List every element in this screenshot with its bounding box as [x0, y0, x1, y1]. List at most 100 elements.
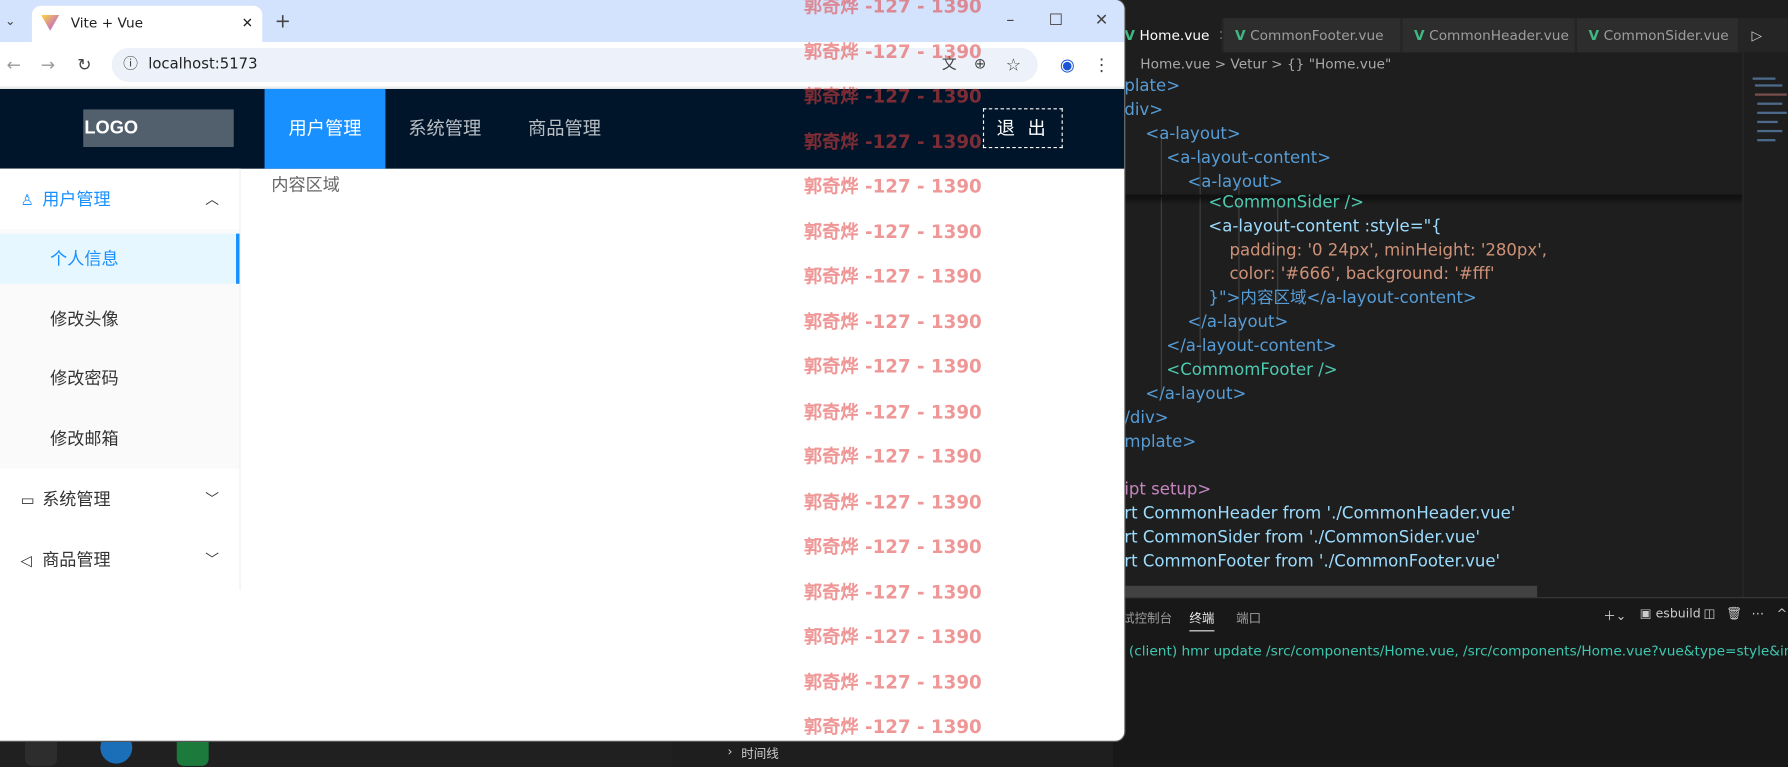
- code-line[interactable]: /div>: [1124, 407, 1168, 431]
- code-line[interactable]: ipt setup>: [1124, 479, 1211, 503]
- vscode-tab-bar: VHome.vue✕ VCommonFooter.vue VCommonHead…: [1112, 18, 1788, 53]
- maximize-button[interactable]: ☐: [1045, 9, 1068, 32]
- vue-icon: V: [1413, 27, 1425, 44]
- submenu-goods-management[interactable]: ◁ 商品管理 ﹀: [0, 530, 239, 589]
- chevron-right-icon[interactable]: ›: [728, 744, 733, 759]
- watermark: 郭奇烨 -127 - 1390: [803, 355, 982, 378]
- add-terminal-icon[interactable]: ＋⌄: [1603, 606, 1626, 624]
- tab-terminal[interactable]: 终端: [1189, 609, 1215, 632]
- tab-ports[interactable]: 端口: [1236, 609, 1261, 627]
- code-line[interactable]: rt CommonFooter from './CommonFooter.vue…: [1124, 550, 1500, 574]
- code-line[interactable]: <a-layout-content :style="{: [1124, 215, 1441, 239]
- trash-icon[interactable]: 🗑: [1726, 606, 1742, 621]
- watermark: 郭奇烨 -127 - 1390: [803, 535, 982, 558]
- code-line[interactable]: padding: '0 24px', minHeight: '280px',: [1124, 239, 1547, 263]
- minimap-line: [1757, 111, 1787, 114]
- menu-dots-icon[interactable]: ⋮: [1090, 54, 1113, 77]
- run-icon[interactable]: ▷: [1742, 18, 1788, 53]
- code-line[interactable]: }">内容区域</a-layout-content>: [1124, 287, 1476, 311]
- profile-icon[interactable]: ◉: [1056, 54, 1079, 77]
- logout-button[interactable]: 退 出: [982, 108, 1063, 149]
- menu-item-profile[interactable]: 个人信息: [0, 233, 240, 284]
- close-tab-icon[interactable]: ✕: [242, 6, 253, 40]
- laptop-icon: ▭: [20, 492, 35, 510]
- content-area: 内容区域: [271, 174, 340, 195]
- tab-commonheader[interactable]: V CommonHeader.vue: [1402, 18, 1576, 53]
- split-terminal-icon[interactable]: ◫: [1704, 606, 1716, 621]
- menu-item-avatar[interactable]: 修改头像: [0, 294, 239, 344]
- code-line[interactable]: </a-layout-content>: [1124, 335, 1336, 359]
- browser-tab[interactable]: Vite + Vue ✕: [31, 5, 263, 43]
- site-info-icon[interactable]: ⓘ: [123, 48, 138, 82]
- code-line[interactable]: <a-layout-content>: [1124, 147, 1331, 171]
- terminal-icon: ▣: [1639, 606, 1656, 622]
- watermark: 郭奇烨 -127 - 1390: [803, 491, 982, 513]
- horizontal-scrollbar[interactable]: [1124, 585, 1538, 598]
- watermark: 郭奇烨 -127 - 1390: [803, 671, 982, 693]
- submenu-user-management[interactable]: ♙ 用户管理 ︿: [0, 170, 239, 229]
- timeline-label[interactable]: 时间线: [741, 744, 779, 762]
- watermark: 郭奇烨 -127 - 1390: [803, 131, 982, 153]
- close-icon[interactable]: ✕: [1219, 27, 1222, 43]
- chevron-up-icon[interactable]: ^: [1777, 606, 1788, 621]
- vscode-minimap[interactable]: [1742, 52, 1788, 600]
- watermark: 郭奇烨 -127 - 1390: [803, 41, 982, 63]
- menu-item-email[interactable]: 修改邮箱: [0, 414, 239, 464]
- code-line[interactable]: <CommomFooter />: [1124, 359, 1337, 383]
- bookmark-star-icon[interactable]: ☆: [1006, 48, 1021, 82]
- watermark: 郭奇烨 -127 - 1390: [803, 311, 982, 333]
- vite-icon: [41, 14, 60, 31]
- more-icon[interactable]: ⋯: [1752, 606, 1765, 621]
- watermark: 郭奇烨 -127 - 1390: [803, 175, 982, 198]
- user-icon: ♙: [20, 192, 34, 210]
- reload-icon[interactable]: ↻: [73, 54, 96, 77]
- code-line[interactable]: </a-layout>: [1124, 311, 1288, 335]
- terminal-profile[interactable]: ▣ esbuild: [1640, 606, 1701, 621]
- chevron-down-icon: ﹀: [205, 491, 219, 508]
- watermark: 郭奇烨 -127 - 1390: [803, 445, 982, 468]
- tab-commonfooter[interactable]: V CommonFooter.vue: [1223, 18, 1402, 53]
- tab-debug-console[interactable]: 试控制台: [1122, 609, 1172, 627]
- back-icon[interactable]: ←: [2, 54, 25, 77]
- code-line[interactable]: </a-layout>: [1124, 383, 1246, 407]
- tab-home-vue[interactable]: VHome.vue✕: [1112, 18, 1223, 53]
- tab-title: Vite + Vue: [70, 14, 144, 31]
- code-line[interactable]: rt CommonHeader from './CommonHeader.vue…: [1124, 503, 1515, 527]
- minimap-line: [1757, 120, 1778, 124]
- watermark: 郭奇烨 -127 - 1390: [803, 85, 982, 108]
- code-line[interactable]: <a-layout>: [1124, 123, 1240, 147]
- code-line[interactable]: div>: [1124, 99, 1163, 123]
- minimap-line: [1754, 93, 1787, 96]
- vscode-breadcrumb: Home.vue > Vetur > {} "Home.vue": [1140, 55, 1392, 72]
- terminal-output: (client) hmr update /src/components/Home…: [1128, 642, 1788, 659]
- menu-item-password[interactable]: 修改密码: [0, 353, 239, 403]
- nav-system-management[interactable]: 系统管理: [384, 89, 505, 169]
- close-window-button[interactable]: ✕: [1090, 9, 1113, 32]
- code-line[interactable]: mplate>: [1124, 431, 1196, 455]
- code-line[interactable]: color: '#666', background: '#fff': [1124, 263, 1494, 287]
- url-text: localhost:5173: [148, 55, 258, 73]
- chevron-down-icon: ﹀: [205, 551, 219, 568]
- megaphone-icon: ◁: [20, 552, 32, 570]
- code-line[interactable]: plate>: [1124, 75, 1180, 99]
- watermark: 郭奇烨 -127 - 1390: [803, 401, 982, 423]
- submenu-system-management[interactable]: ▭ 系统管理 ﹀: [0, 470, 239, 529]
- code-line[interactable]: <CommonSider />: [1124, 191, 1364, 215]
- minimap-line: [1757, 129, 1783, 133]
- tab-commonsider[interactable]: V CommonSider.vue: [1577, 18, 1739, 53]
- code-line[interactable]: rt CommonSider from './CommonSider.vue': [1124, 527, 1480, 551]
- vue-icon: V: [1588, 27, 1600, 44]
- minimize-button[interactable]: –: [999, 9, 1022, 32]
- forward-icon[interactable]: →: [36, 54, 59, 77]
- minimap-line: [1757, 139, 1776, 142]
- watermark: 郭奇烨 -127 - 1390: [803, 221, 982, 243]
- minimap-line: [1752, 77, 1776, 80]
- vue-icon: V: [1234, 27, 1246, 44]
- tab-search-icon[interactable]: ⌄: [0, 10, 21, 33]
- watermark: 郭奇烨 -127 - 1390: [803, 0, 982, 18]
- new-tab-button[interactable]: +: [271, 10, 294, 33]
- minimap-line: [1754, 84, 1783, 87]
- nav-user-management[interactable]: 用户管理: [264, 88, 386, 169]
- nav-goods-management[interactable]: 商品管理: [504, 89, 625, 169]
- vue-icon: V: [1124, 27, 1135, 44]
